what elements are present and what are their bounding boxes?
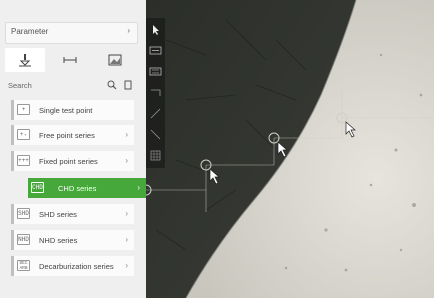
- chevron-right-icon: ›: [125, 209, 128, 218]
- frame-icon[interactable]: [149, 87, 162, 98]
- list-item-label: SHD series: [39, 210, 77, 219]
- list-item-label: Free point series: [39, 131, 95, 140]
- scale-icon[interactable]: [149, 66, 162, 77]
- tab-image[interactable]: [95, 48, 135, 72]
- distance-icon: [63, 57, 77, 63]
- chd-icon: CHD: [31, 182, 44, 193]
- tab-distance[interactable]: [50, 48, 90, 72]
- nhd-icon: NHD: [17, 234, 30, 245]
- chevron-right-icon: ›: [125, 261, 128, 270]
- measure-icon[interactable]: [149, 45, 162, 56]
- shd-icon: SHD: [17, 208, 30, 219]
- list-item-single-test-point[interactable]: + Single test point: [11, 100, 134, 120]
- list-item-chd-series[interactable]: CHD CHD series ›: [28, 178, 146, 198]
- indenter-icon: [19, 54, 31, 67]
- line-icon[interactable]: [149, 108, 162, 119]
- list-item-label: Single test point: [39, 106, 93, 115]
- grid-icon[interactable]: [149, 150, 162, 161]
- list-item-shd-series[interactable]: SHD SHD series ›: [11, 204, 134, 224]
- single-point-icon: +: [17, 104, 30, 115]
- list-item-label: NHD series: [39, 236, 78, 245]
- parameter-label: Parameter: [11, 27, 49, 36]
- tab-indenter[interactable]: [5, 48, 45, 72]
- image-icon: [108, 54, 122, 66]
- list-item-label: Fixed point series: [39, 157, 98, 166]
- parameter-selector[interactable]: Parameter ›: [5, 22, 138, 44]
- fixed-point-icon: +++: [17, 155, 30, 166]
- decarburization-icon: DEC ARB: [17, 260, 30, 271]
- list-item-nhd-series[interactable]: NHD NHD series ›: [11, 230, 134, 250]
- search-input[interactable]: Search: [8, 81, 32, 90]
- microscope-image-view[interactable]: [146, 0, 434, 298]
- tool-tabs: [5, 48, 136, 72]
- free-point-icon: +₊: [17, 129, 30, 140]
- search-row: Search: [5, 78, 136, 94]
- chevron-right-icon: ›: [127, 26, 130, 35]
- chevron-right-icon: ›: [125, 235, 128, 244]
- parameter-panel: Parameter › Search + Single test point +…: [0, 0, 146, 298]
- search-icon[interactable]: [107, 80, 117, 90]
- list-item-decarburization-series[interactable]: DEC ARB Decarburization series ›: [11, 256, 134, 276]
- diagonal-icon[interactable]: [149, 129, 162, 140]
- copy-icon[interactable]: [123, 80, 133, 90]
- microscope-image: [146, 0, 434, 298]
- chevron-right-icon: ›: [125, 156, 128, 165]
- chevron-right-icon: ›: [137, 183, 140, 192]
- list-item-label: CHD series: [58, 184, 97, 193]
- list-item-label: Decarburization series: [39, 262, 114, 271]
- list-item-free-point-series[interactable]: +₊ Free point series ›: [11, 125, 134, 145]
- pointer-icon[interactable]: [149, 24, 162, 35]
- viewer-toolbar: [146, 18, 165, 168]
- list-item-fixed-point-series[interactable]: +++ Fixed point series ›: [11, 151, 134, 171]
- chevron-right-icon: ›: [125, 130, 128, 139]
